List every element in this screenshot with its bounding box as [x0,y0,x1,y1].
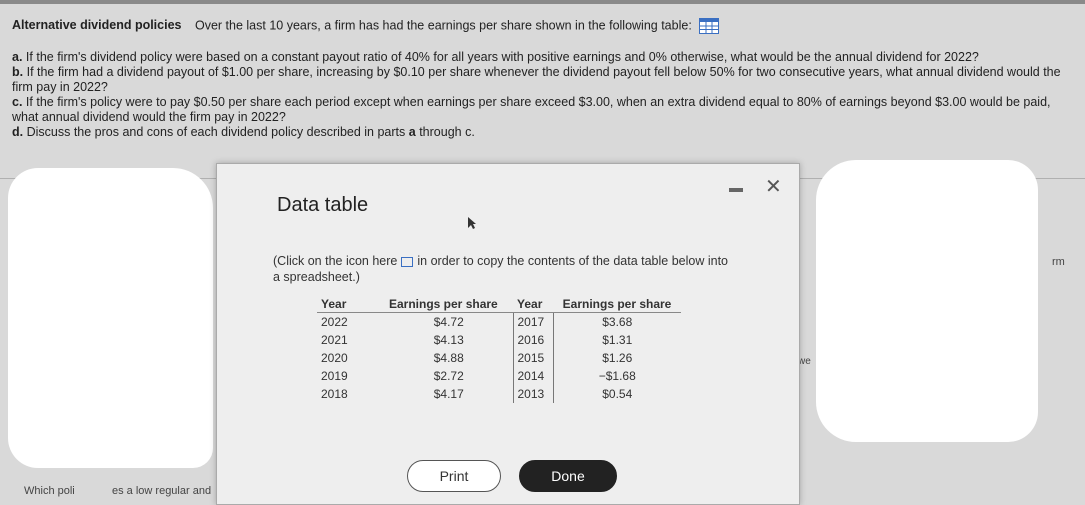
question-item-d: d. Discuss the pros and cons of each div… [12,125,475,139]
table-cell: 2020 [321,351,348,365]
table-cell: $4.88 [433,351,464,365]
table-cell: $4.72 [433,315,464,329]
dialog-title: Data table [277,194,369,216]
data-table-icon[interactable] [699,18,720,34]
table-header-row: Year Earnings per share Year Earnings pe… [317,297,681,313]
header-year-1: Year [317,297,385,313]
top-bar [0,0,1085,4]
header-eps-2: Earnings per share [553,297,681,313]
mouse-cursor-icon [468,217,476,229]
data-table-dialog: Data table ✕ (Click on the icon here in o… [216,163,800,505]
earnings-table: Year Earnings per share Year Earnings pe… [317,297,681,403]
question-item-c: c. If the firm's policy were to pay $0.5… [12,95,1051,124]
table-cell: 2018 [321,387,348,401]
table-row: 2021 $4.13 2016 $1.31 [317,331,681,349]
header-eps-1: Earnings per share [385,297,513,313]
table-row: 2020 $4.88 2015 $1.26 [317,349,681,367]
table-cell: $4.13 [433,333,464,347]
table-cell: $1.26 [602,351,633,365]
background-text-rm: rm [1052,256,1065,268]
table-cell: 2022 [321,315,348,329]
table-cell: 2015 [512,349,554,367]
table-cell: 2013 [512,385,554,403]
table-cell: 2021 [321,333,348,347]
table-cell: $1.31 [602,333,633,347]
header-year-2: Year [513,297,553,313]
question-header: Alternative dividend policies Over the l… [12,18,1077,34]
table-row: 2018 $4.17 2013 $0.54 [317,385,681,403]
table-cell: $2.72 [433,369,464,383]
table-cell: 2017 [512,312,554,331]
table-cell: −$1.68 [598,369,636,383]
question-block: Alternative dividend policies Over the l… [12,18,1077,140]
table-row: 2022 $4.72 2017 $3.68 [317,312,681,331]
copy-instruction: (Click on the icon here in order to copy … [273,254,728,284]
table-cell: 2014 [512,367,554,385]
print-button[interactable]: Print [407,460,501,492]
question-title: Alternative dividend policies [12,18,182,33]
copy-icon[interactable] [401,256,414,267]
close-button[interactable]: ✕ [765,174,782,199]
table-cell: 2016 [512,331,554,349]
done-button[interactable]: Done [519,460,617,492]
question-item-b: b. If the firm had a dividend payout of … [12,65,1061,94]
question-intro: Over the last 10 years, a firm has had t… [194,18,692,33]
table-cell: $0.54 [602,387,633,401]
table-cell: 2019 [321,369,348,383]
table-cell: $3.68 [602,315,633,329]
table-row: 2019 $2.72 2014 −$1.68 [317,367,681,385]
redaction-left [8,168,213,468]
redaction-right [816,160,1038,442]
background-text-low: es a low regular and [112,485,212,497]
minimize-button[interactable] [729,188,743,192]
table-cell: $4.17 [433,387,464,401]
question-item-a: a. If the firm's dividend policy were ba… [12,50,979,64]
background-text-which: Which poli [24,485,75,497]
